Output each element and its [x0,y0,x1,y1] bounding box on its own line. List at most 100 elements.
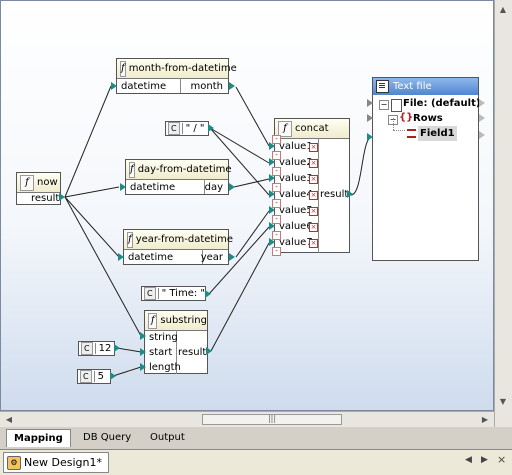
function-title: concat [295,123,329,134]
concat-insert-icon[interactable]: - [272,247,281,256]
year-input-port[interactable] [118,253,124,261]
field1-input-port[interactable] [367,133,373,141]
month-input-port[interactable] [111,82,117,90]
constant-value: 12 [94,343,115,354]
tab-mapping[interactable]: Mapping [6,429,71,447]
input-port-label: datetime [128,252,174,263]
file-output-port[interactable] [479,99,485,107]
scroll-down-icon[interactable]: ▼ [496,394,510,408]
horizontal-scrollbar[interactable]: ◀ ||| ▶ [0,411,494,427]
input-port-label: datetime [130,182,176,193]
now-result-port[interactable] [59,193,65,201]
tab-next-icon[interactable]: ▶ [481,455,488,465]
tab-prev-icon[interactable]: ◀ [465,455,472,465]
concat-input-label: value2 [279,157,313,168]
constant-icon: C [144,287,156,300]
day-output-port[interactable] [229,183,235,191]
function-title: year-from-datetime [135,234,234,245]
scroll-right-icon[interactable]: ▶ [478,412,492,426]
input-port-label: datetime [121,81,167,92]
remove-value6-icon[interactable]: × [309,223,318,232]
wire-slash-value2 [209,127,270,164]
constant-slash-port[interactable] [208,124,214,132]
concat-function[interactable]: f concat value1 value2 value3 value4 valu… [274,118,350,253]
concat-insert-icon[interactable]: - [272,151,281,160]
constant-time[interactable]: C " Time: " [141,286,206,301]
now-function[interactable]: f now result [16,172,61,205]
concat-insert-icon[interactable]: - [272,167,281,176]
scrollbar-thumb[interactable]: ||| [202,414,342,425]
function-icon: f [120,60,126,77]
constant-start-port[interactable] [114,344,120,352]
concat-insert-icon[interactable]: - [272,231,281,240]
collapse-file-icon[interactable]: − [379,100,389,110]
concat-input-label: value1 [279,141,313,152]
rows-input-port[interactable] [367,114,373,122]
document-tab-new-design[interactable]: ⚙ New Design1* [3,452,109,473]
text-file-component[interactable]: Text file − File: (default) − {} Rows Fi… [372,77,480,261]
wire-year-value5 [235,210,270,258]
year-output-port[interactable] [229,253,235,261]
constant-length[interactable]: C 5 [77,369,111,384]
wire-now-month [64,85,112,198]
concat-insert-icon[interactable]: - [272,183,281,192]
field1-output-port[interactable] [479,131,485,139]
remove-value4-icon[interactable]: × [309,191,318,200]
rows-icon: {} [399,112,414,123]
function-title: day-from-datetime [137,164,232,175]
wire-length [112,366,142,377]
substring-start-port[interactable] [140,348,146,356]
function-icon: f [20,174,34,191]
month-output-port[interactable] [229,82,235,90]
day-from-datetime-function[interactable]: f day-from-datetime datetime day [125,159,232,195]
concat-insert-icon[interactable]: - [272,215,281,224]
year-from-datetime-function[interactable]: f year-from-datetime datetime year [123,229,233,265]
concat-insert-icon[interactable]: - [272,199,281,208]
tab-db-query[interactable]: DB Query [76,429,138,446]
remove-value7-icon[interactable]: × [309,239,318,248]
concat-insert-icon[interactable]: - [272,135,281,144]
output-port-label: result [31,193,60,204]
substring-length-port[interactable] [140,363,146,371]
field-node-label[interactable]: Field1 [418,126,457,141]
remove-value2-icon[interactable]: × [309,159,318,168]
scroll-left-icon[interactable]: ◀ [2,412,16,426]
remove-value5-icon[interactable]: × [309,207,318,216]
mapping-canvas[interactable]: f now result f month-from-datetime datetim… [0,0,494,411]
vertical-scrollbar[interactable]: ▲ ▼ [494,0,512,427]
day-input-port[interactable] [120,183,126,191]
concat-result-port[interactable] [347,190,353,198]
view-tabs: Mapping DB Query Output [0,427,512,449]
rows-output-port[interactable] [479,114,485,122]
substring-string-port[interactable] [140,332,146,340]
function-icon: f [148,312,158,329]
substring-result-port[interactable] [206,347,212,355]
month-from-datetime-function[interactable]: f month-from-datetime datetime month [116,58,237,94]
constant-slash[interactable]: C " / " [165,121,209,136]
output-port-label: day [204,182,223,193]
file-input-port[interactable] [367,99,373,107]
constant-value: " Time: " [157,288,208,299]
substring-input-label: string [149,332,178,343]
file-icon [391,99,402,112]
remove-value3-icon[interactable]: × [309,175,318,184]
substring-input-label: start [149,347,173,358]
constant-value: " / " [181,123,208,134]
constant-icon: C [80,370,92,383]
constant-start[interactable]: C 12 [78,341,115,356]
constant-length-port[interactable] [110,372,116,380]
output-port-label: month [190,81,223,92]
close-tab-icon[interactable]: × [497,453,506,466]
scroll-up-icon[interactable]: ▲ [496,2,510,16]
field-icon [407,129,416,138]
constant-time-port[interactable] [205,290,211,298]
rows-node-label[interactable]: Rows [413,111,443,126]
wire-now-day [64,186,120,198]
substring-function[interactable]: f substring string start length result [144,310,208,374]
substring-input-label: length [149,362,181,373]
tab-output[interactable]: Output [143,429,192,446]
remove-value1-icon[interactable]: × [309,143,318,152]
concat-input-label: value5 [279,205,313,216]
file-node-label[interactable]: File: (default) [403,96,480,111]
function-icon: f [127,231,133,248]
